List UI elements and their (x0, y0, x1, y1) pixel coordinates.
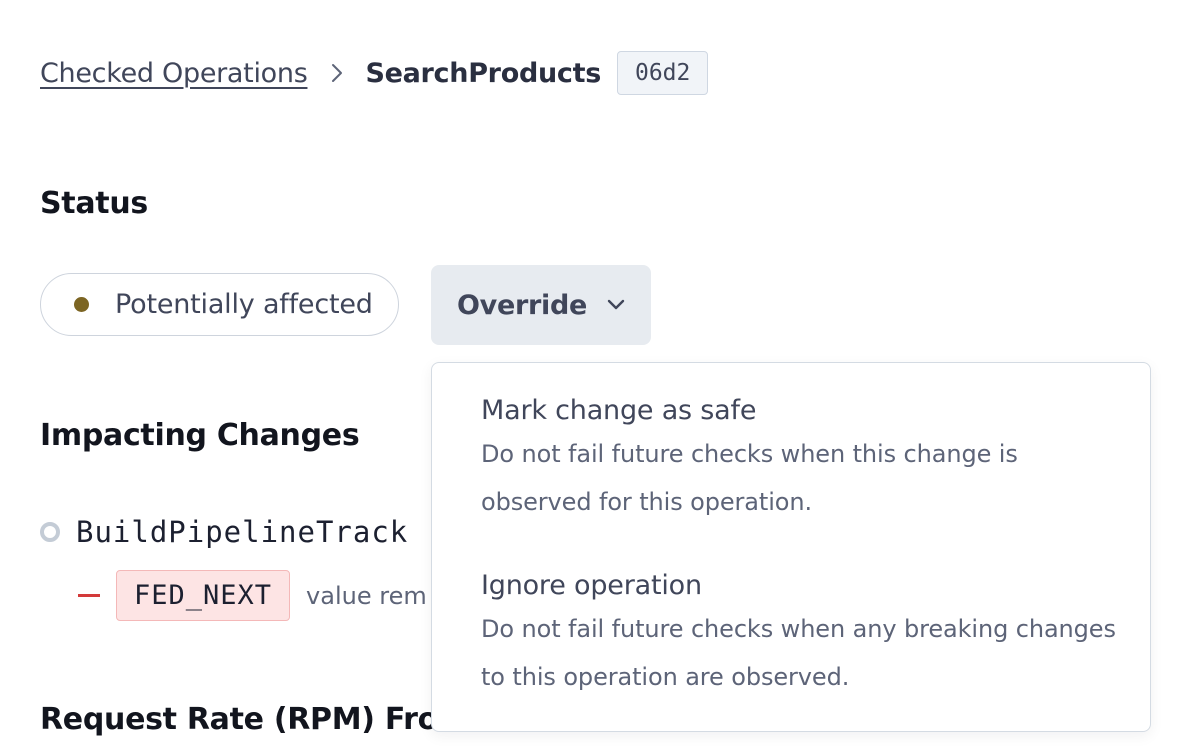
menu-item-description-line: Do not fail future checks when this chan… (481, 440, 1018, 468)
chevron-down-icon (607, 299, 625, 311)
change-type-name: BuildPipelineTrack (76, 515, 409, 549)
impacting-changes-heading: Impacting Changes (40, 418, 360, 453)
impacting-change-item: BuildPipelineTrack (40, 515, 408, 549)
override-button-label: Override (457, 289, 587, 321)
removed-value-note: value rem (306, 581, 427, 610)
status-dot-icon (74, 297, 89, 312)
breadcrumb-checked-operations-link[interactable]: Checked Operations (40, 58, 308, 89)
change-indicator-icon (40, 522, 60, 542)
chevron-right-icon (331, 63, 343, 83)
menu-item-ignore-operation[interactable]: Ignore operation Do not fail future chec… (481, 569, 1120, 701)
override-dropdown-button[interactable]: Override (431, 265, 651, 345)
override-menu: Mark change as safe Do not fail future c… (431, 362, 1151, 732)
breadcrumb: Checked Operations SearchProducts 06d2 (40, 48, 709, 98)
menu-item-description-line: observed for this operation. (481, 488, 812, 516)
menu-item-description-line: to this operation are observed. (481, 663, 850, 691)
breadcrumb-current-operation: SearchProducts (365, 57, 601, 89)
status-heading: Status (40, 186, 148, 221)
status-badge-label: Potentially affected (115, 289, 373, 320)
removed-value-token: FED_NEXT (116, 570, 291, 621)
menu-item-title: Mark change as safe (481, 395, 757, 426)
request-rate-heading: Request Rate (RPM) From (40, 702, 469, 737)
operation-detail-page: Checked Operations SearchProducts 06d2 S… (0, 0, 1197, 755)
menu-item-description: Do not fail future checks when any break… (481, 605, 1120, 701)
menu-item-mark-change-safe[interactable]: Mark change as safe Do not fail future c… (481, 394, 1120, 526)
menu-item-title: Ignore operation (481, 570, 702, 601)
removed-value-row: FED_NEXT value rem (78, 570, 427, 621)
menu-item-description-line: Do not fail future checks when any break… (481, 615, 1116, 643)
menu-item-description: Do not fail future checks when this chan… (481, 430, 1120, 526)
minus-icon (78, 594, 100, 597)
operation-id-badge: 06d2 (616, 51, 709, 95)
status-badge: Potentially affected (40, 273, 399, 336)
